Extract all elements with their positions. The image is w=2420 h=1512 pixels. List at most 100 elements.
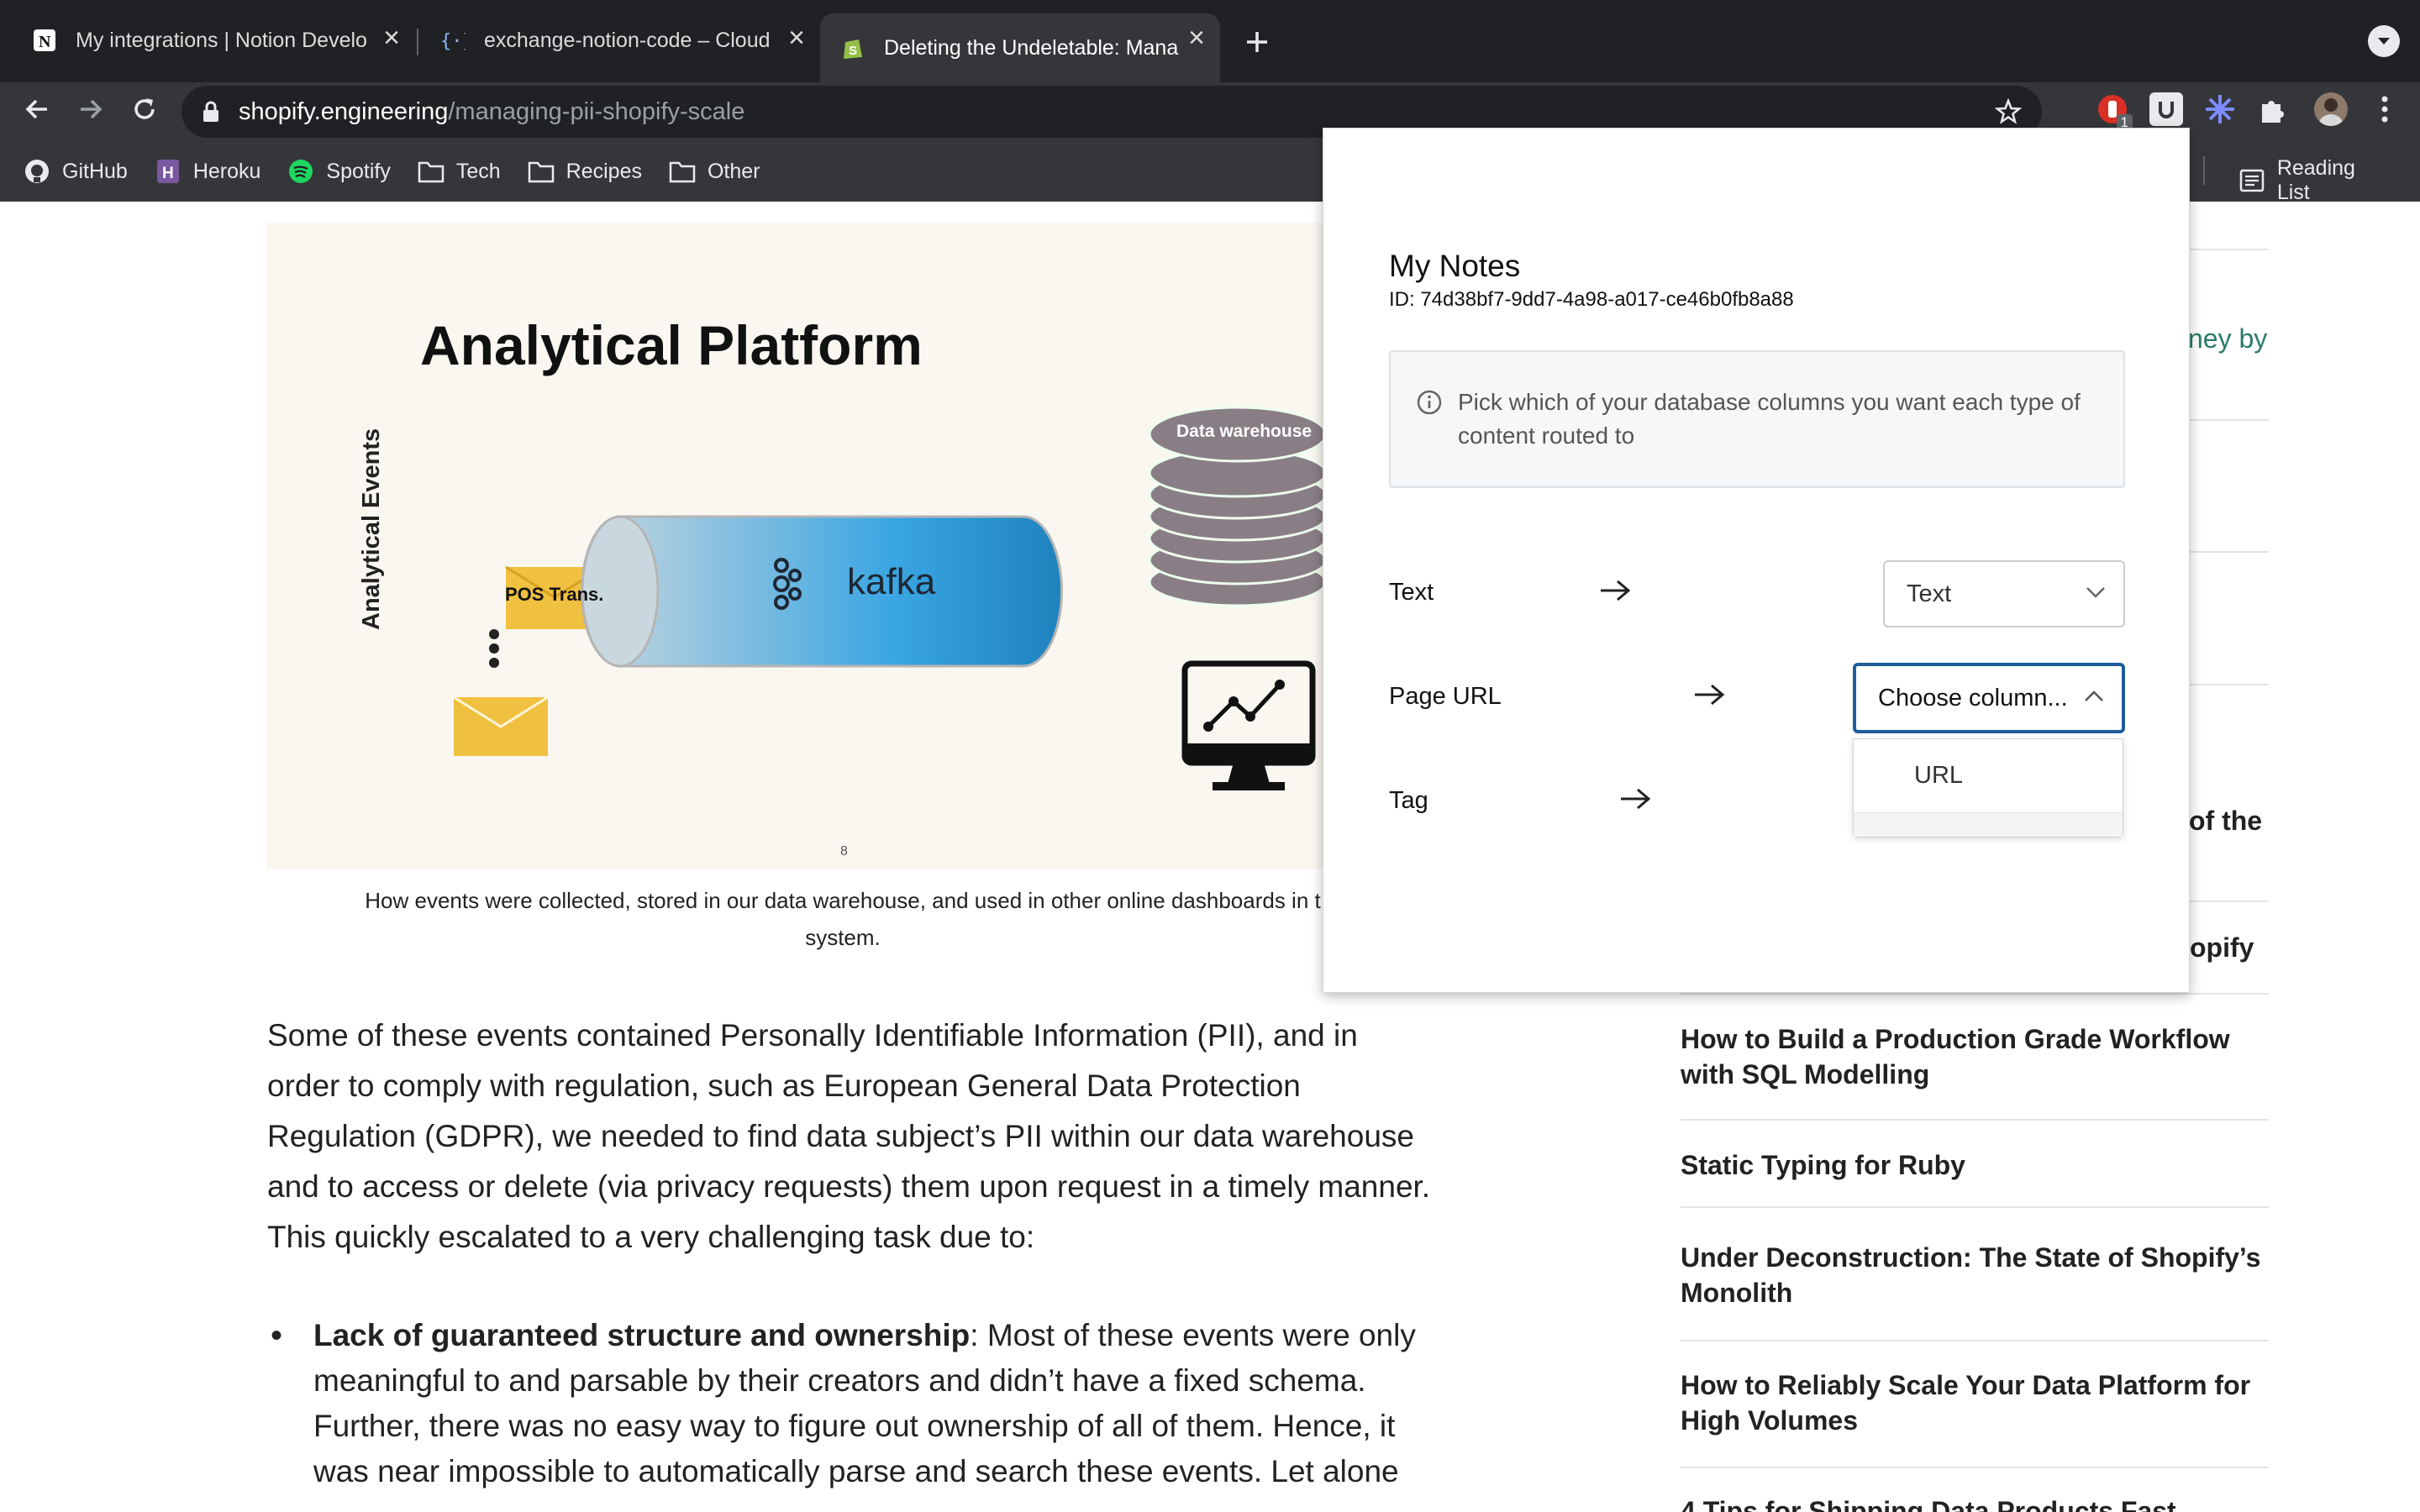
folder-icon bbox=[418, 158, 445, 185]
monitor-chart-icon bbox=[1181, 660, 1316, 790]
tab-shopify-engineering[interactable]: S Deleting the Undeletable: Mana × bbox=[820, 13, 1220, 82]
profile-button[interactable] bbox=[2307, 86, 2354, 133]
popup-title: My Notes bbox=[1389, 249, 1521, 283]
bookmark-label: GitHub bbox=[62, 159, 128, 183]
sidebar-article-link[interactable]: Under Deconstruction: The State of Shopi… bbox=[1681, 1240, 2269, 1310]
dropdown-option-url[interactable]: URL bbox=[1854, 739, 2123, 813]
divider bbox=[1681, 1467, 2269, 1468]
spotify-icon bbox=[287, 158, 314, 185]
asterisk-extension-button[interactable] bbox=[2196, 86, 2244, 133]
bookmark-label: Heroku bbox=[192, 159, 261, 183]
caption-line: system. bbox=[805, 925, 881, 950]
bookmark-label: Tech bbox=[455, 159, 501, 183]
bookmark-label: Spotify bbox=[326, 159, 391, 183]
kafka-pipe bbox=[580, 515, 1064, 668]
u-icon bbox=[2149, 92, 2183, 126]
arrow-right-icon bbox=[81, 99, 103, 119]
data-warehouse-label: Data warehouse bbox=[1176, 422, 1313, 441]
url-host: shopify.engineering bbox=[239, 97, 449, 125]
select-value: Choose column... bbox=[1878, 684, 2068, 711]
mapping-label: Page URL bbox=[1389, 683, 1502, 710]
chevron-down-icon bbox=[2086, 587, 2105, 598]
url-path: /managing-pii-shopify-scale bbox=[448, 97, 745, 125]
tab-cloudflare[interactable]: {·} exchange-notion-code – Cloud × bbox=[420, 13, 820, 67]
chevron-up-icon bbox=[2085, 690, 2103, 701]
divider bbox=[1681, 1119, 2269, 1121]
shopify-icon: S bbox=[840, 35, 865, 60]
info-icon bbox=[1417, 390, 1442, 415]
notes-extension-popup: My Notes ID: 74d38bf7-9dd7-4a98-a017-ce4… bbox=[1323, 128, 2190, 993]
svg-text:N: N bbox=[39, 33, 51, 51]
arrow-right-icon bbox=[1621, 788, 1651, 810]
github-icon bbox=[24, 158, 50, 185]
divider bbox=[1681, 993, 2269, 995]
tab-notion-integrations[interactable]: N My integrations | Notion Develo × bbox=[12, 13, 415, 67]
tab-search-button[interactable] bbox=[2368, 25, 2400, 57]
divider bbox=[1681, 1340, 2269, 1341]
forward-button[interactable] bbox=[67, 86, 114, 133]
reload-button[interactable] bbox=[121, 86, 168, 133]
sidebar-article-link[interactable]: How to Reliably Scale Your Data Platform… bbox=[1681, 1368, 2269, 1438]
menu-button[interactable] bbox=[2361, 86, 2408, 133]
sidebar-article-link[interactable]: Static Typing for Ruby bbox=[1681, 1147, 2269, 1183]
folder-icon bbox=[528, 158, 555, 185]
sidebar-link-partial[interactable]: ney by bbox=[2188, 321, 2267, 356]
sidebar-article-link[interactable]: 4 Tips for Shipping Data Products Fast bbox=[1681, 1494, 2269, 1512]
slide-diagram bbox=[453, 406, 1328, 790]
notes-extension-button[interactable] bbox=[2143, 86, 2190, 133]
reading-list-button[interactable]: Reading List bbox=[2238, 156, 2393, 205]
slide-page-number: 8 bbox=[840, 844, 848, 858]
kafka-label: kafka bbox=[847, 561, 936, 602]
text-column-select[interactable]: Text bbox=[1883, 560, 2125, 627]
figure-caption: How events were collected, stored in our… bbox=[267, 882, 1418, 956]
bookmarks-divider bbox=[2203, 156, 2205, 185]
folder-icon bbox=[669, 158, 696, 185]
tab-separator bbox=[417, 29, 418, 55]
more-vert-icon bbox=[2381, 96, 2388, 123]
bookmark-folder-tech[interactable]: Tech bbox=[418, 158, 501, 185]
chevron-down-icon bbox=[2378, 38, 2390, 45]
reading-list-label: Reading List bbox=[2276, 156, 2355, 204]
bookmark-label: Recipes bbox=[566, 159, 642, 183]
svg-text:{·}: {·} bbox=[440, 31, 466, 52]
avatar bbox=[2314, 92, 2348, 126]
ellipsis-dots bbox=[489, 629, 499, 668]
burst-icon bbox=[2206, 95, 2234, 123]
mapping-label: Tag bbox=[1389, 787, 1428, 814]
tab-title: Deleting the Undeletable: Mana bbox=[884, 35, 1179, 60]
bookmark-spotify[interactable]: Spotify bbox=[287, 158, 391, 185]
sidebar-link-partial[interactable]: opify bbox=[2190, 930, 2254, 965]
select-value: Text bbox=[1907, 580, 1952, 607]
tab-title: exchange-notion-code – Cloud bbox=[484, 28, 771, 52]
notion-icon: N bbox=[32, 28, 57, 53]
bookmark-github[interactable]: GitHub bbox=[24, 158, 128, 185]
new-tab-button[interactable] bbox=[1237, 18, 1277, 66]
bookmark-heroku[interactable]: H Heroku bbox=[155, 158, 261, 185]
arrow-left-icon bbox=[25, 99, 47, 119]
close-tab-icon[interactable]: × bbox=[383, 22, 400, 55]
dropdown-footer bbox=[1854, 813, 2123, 837]
code-icon: {·} bbox=[440, 28, 466, 53]
svg-text:H: H bbox=[162, 165, 174, 182]
extensions-button[interactable] bbox=[2249, 86, 2296, 133]
info-text: Pick which of your database columns you … bbox=[1458, 389, 2081, 449]
bookmark-folder-recipes[interactable]: Recipes bbox=[528, 158, 642, 185]
lock-icon bbox=[203, 101, 218, 122]
bookmark-folder-other[interactable]: Other bbox=[669, 158, 760, 185]
adblock-extension-button[interactable]: 1 bbox=[2089, 86, 2136, 133]
divider bbox=[1681, 1206, 2269, 1208]
reading-list-icon bbox=[2238, 167, 2265, 194]
mapping-label: Text bbox=[1389, 579, 1434, 606]
sidebar-article-link[interactable]: How to Build a Production Grade Workflow… bbox=[1681, 1021, 2269, 1092]
envelope-icon bbox=[453, 696, 549, 756]
info-banner: Pick which of your database columns you … bbox=[1389, 350, 2125, 488]
pos-trans-label: POS Trans. bbox=[505, 584, 604, 605]
close-tab-icon[interactable]: × bbox=[788, 22, 805, 55]
star-icon[interactable] bbox=[1995, 98, 2022, 125]
back-button[interactable] bbox=[13, 86, 60, 133]
plus-icon bbox=[1247, 32, 1267, 52]
close-tab-icon[interactable]: × bbox=[1188, 22, 1205, 55]
page-url-column-select[interactable]: Choose column... bbox=[1853, 663, 2125, 733]
article-paragraph: Some of these events contained Personall… bbox=[267, 1018, 1431, 1254]
sidebar-link-partial[interactable]: of the bbox=[2189, 803, 2262, 838]
